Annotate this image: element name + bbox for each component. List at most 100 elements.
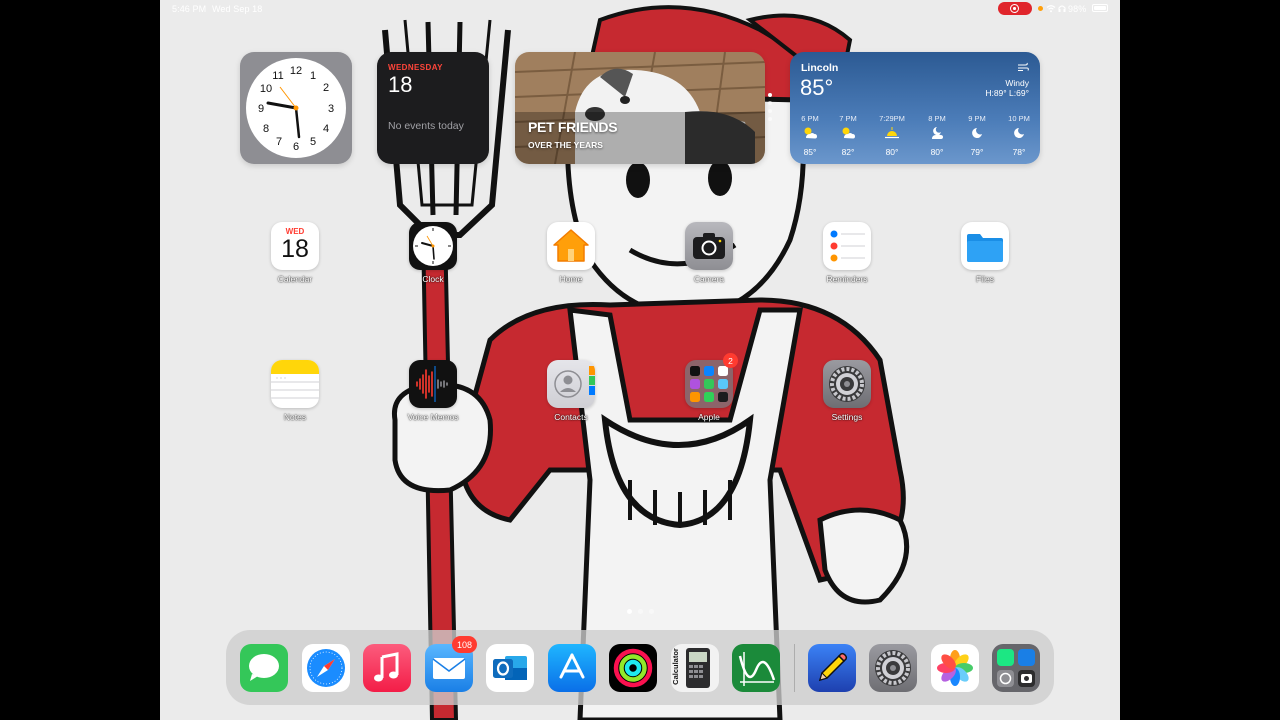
weather-hour-temp: 80° [930,147,944,157]
app-store-icon[interactable] [548,644,596,692]
app-calendar[interactable]: WED 18 Calendar [255,222,335,284]
page-dot [627,609,632,614]
svg-text:12: 12 [290,65,302,77]
weather-hour-temp: 78° [1012,147,1026,157]
files-icon [961,222,1009,270]
status-date: Wed Sep 18 [212,4,263,14]
screen-recording-indicator[interactable] [998,2,1032,15]
clock-icon [409,222,457,270]
app-label: Apple [698,412,720,422]
svg-text:8: 8 [263,123,269,135]
home-icon [547,222,595,270]
notification-badge: 2 [723,353,738,368]
weather-hour-time: 9 PM [968,114,986,123]
app-apple-folder[interactable]: 2 Apple [669,353,749,422]
svg-text:2: 2 [323,82,329,94]
headphones-icon [1058,5,1066,12]
app-label: Settings [831,412,863,422]
app-settings[interactable]: Settings [807,360,887,422]
app-library-icon[interactable] [992,644,1040,692]
app-voice-memos[interactable]: Voice Memos [393,360,473,422]
moon-icon [972,128,982,138]
app-label: Voice Memos [407,412,459,422]
weather-hour: 9 PM 79° [957,114,997,157]
pencil-app-icon[interactable] [808,644,856,692]
svg-text:1: 1 [310,70,316,82]
calendar-widget[interactable]: WEDNESDAY 18 No events today [377,52,489,164]
app-reminders[interactable]: Reminders [807,222,887,284]
battery-icon [1092,4,1108,12]
notification-badge: 108 [452,636,478,653]
photos-subtitle: OVER THE YEARS [528,140,603,150]
app-camera[interactable]: Camera [669,222,749,284]
calendar-weekday: WEDNESDAY [388,63,443,72]
calendar-icon-day: 18 [281,235,309,263]
home-screen: 5:46 PM Wed Sep 18 98% 12 1 2 345 678 9 10 1… [160,0,1120,720]
photos-icon[interactable] [931,644,979,692]
page-indicator[interactable] [624,601,657,619]
analog-clock-icon: 12 12 345 678 91011 [246,58,346,158]
photos-title: PET FRIENDS [528,119,618,135]
calculator-icon-text: Calculator [671,648,680,685]
mail-icon[interactable]: 108 [425,636,478,692]
activity-icon[interactable] [609,644,657,692]
page-dot [638,609,643,614]
weather-hour: 10 PM 78° [999,114,1039,157]
weather-city: Lincoln [801,62,839,74]
calculator-app-icon[interactable]: Calculator [671,644,719,692]
weather-hour-temp: 79° [970,147,984,157]
app-home[interactable]: Home [531,222,611,284]
messages-icon[interactable] [240,644,288,692]
page-dot [649,609,654,614]
calendar-events: No events today [388,120,464,132]
weather-hour-temp: 82° [841,147,855,157]
calendar-icon: WED 18 [271,222,319,270]
app-label: Clock [422,274,444,284]
app-notes[interactable]: Notes [255,360,335,422]
weather-hour: 7:29PM 80° [872,114,912,157]
svg-text:7: 7 [276,136,282,148]
weather-hour-temp: 85° [803,147,817,157]
widget-stack-indicator [768,93,772,121]
music-icon[interactable] [363,644,411,692]
sunset-icon [885,127,899,139]
record-icon [1010,4,1019,13]
svg-text:3: 3 [328,103,334,115]
app-label: Calendar [277,274,313,284]
app-label: Notes [283,412,307,422]
folder-icon [685,360,733,408]
photos-widget[interactable]: PET FRIENDS OVER THE YEARS [515,52,765,164]
safari-icon[interactable] [302,644,350,692]
weather-hilo: H:89° L:69° [985,88,1029,98]
settings-gear-icon[interactable] [869,644,917,692]
svg-text:11: 11 [272,70,283,82]
weather-hour: 7 PM 82° [828,114,868,157]
reminders-icon [823,222,871,270]
status-time: 5:46 PM [172,4,207,14]
app-clock[interactable]: Clock [393,222,473,284]
svg-text:9: 9 [258,103,264,115]
moon-icon [1014,128,1024,138]
weather-condition: Windy [1005,78,1029,88]
svg-text:6: 6 [293,141,299,153]
battery-percent: 98% [1068,4,1087,14]
app-label: Home [559,274,583,284]
app-files[interactable]: Files [945,222,1025,284]
svg-text:10: 10 [260,83,272,95]
moon-cloud-icon [932,127,943,139]
wind-icon [1018,62,1029,71]
notes-icon [271,360,319,408]
weather-widget[interactable]: Lincoln 85° Windy H:89° L:69° 6 PM 85° 7… [790,52,1040,164]
app-contacts[interactable]: Contacts [531,360,611,422]
dock-separator [794,644,795,692]
svg-text:5: 5 [310,136,316,148]
weather-hour-time: 7:29PM [879,114,905,123]
graphing-icon[interactable] [732,644,780,692]
outlook-icon[interactable] [486,644,534,692]
weather-hour-temp: 80° [885,147,899,157]
clock-widget[interactable]: 12 1 2 345 678 9 10 11 [240,52,352,164]
weather-temp: 85° [800,75,834,100]
settings-gear-icon [823,360,871,408]
sun-cloud-icon [804,127,817,139]
contacts-icon [547,360,595,408]
